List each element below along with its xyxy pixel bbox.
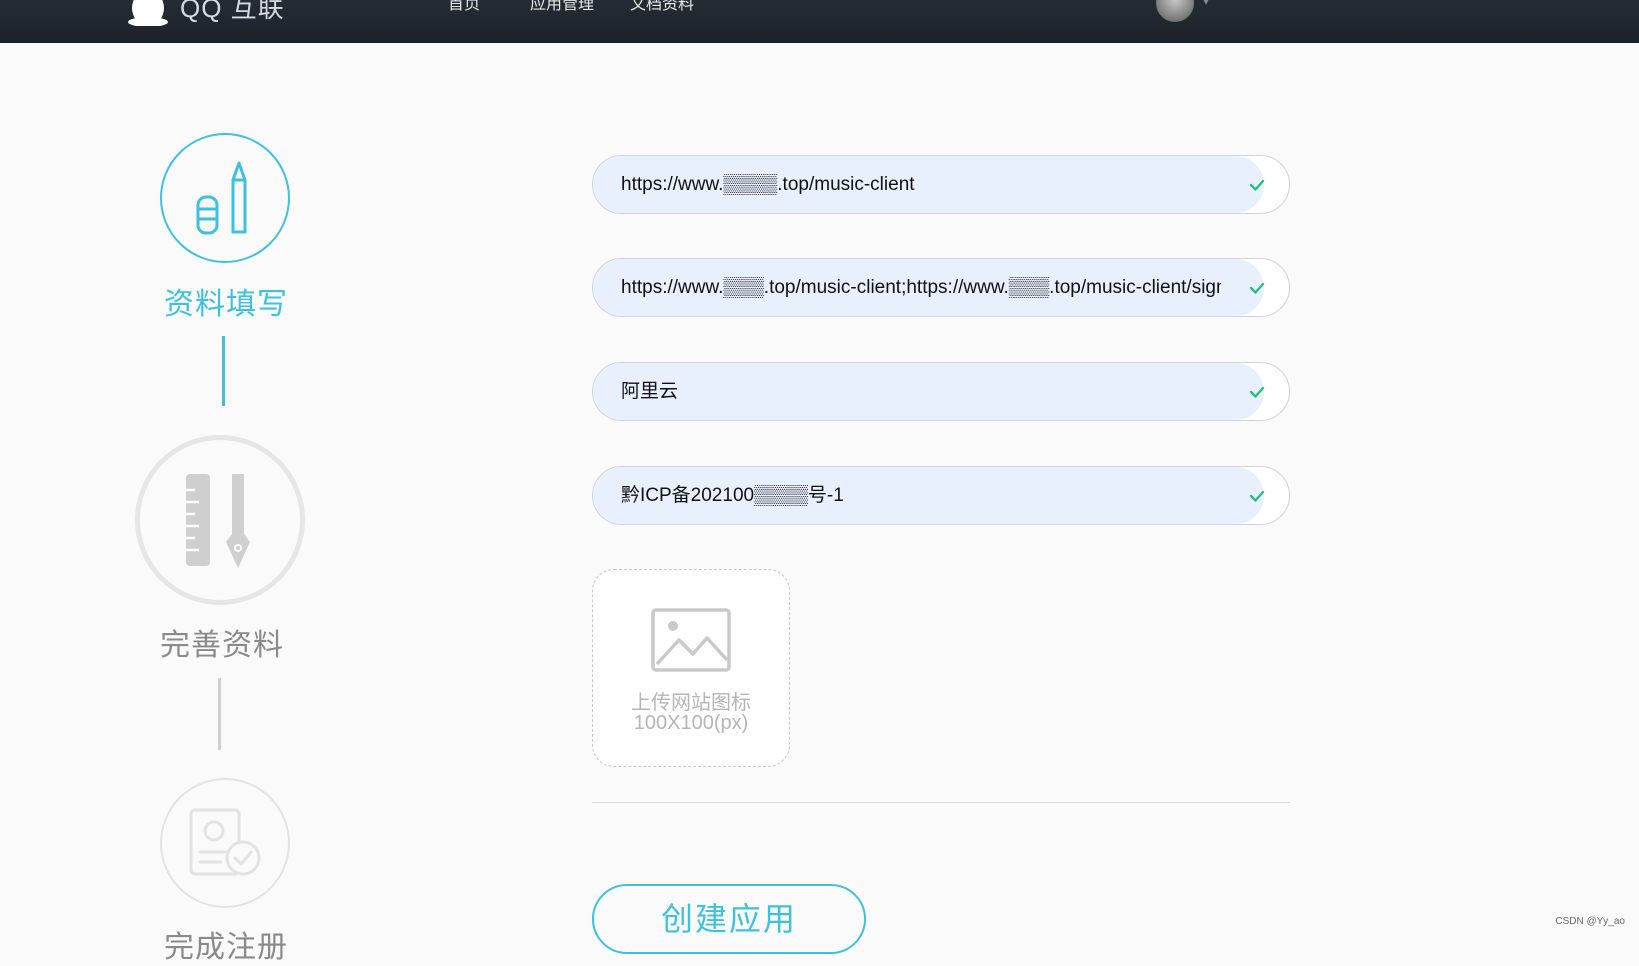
check-icon	[1249, 282, 1265, 294]
website-url-field[interactable]: https://www.▒▒▒▒.top/music-client	[592, 155, 1290, 214]
check-icon	[1249, 490, 1265, 502]
callback-url-field[interactable]: https://www.▒▒▒.top/music-client;https:/…	[592, 258, 1290, 317]
step-1-label: 资料填写	[164, 288, 288, 321]
step-3-label: 完成注册	[164, 931, 288, 964]
check-icon	[1249, 386, 1265, 398]
chevron-down-icon[interactable]: ▾	[1203, 0, 1209, 8]
logo-text: QQ 互联	[180, 0, 285, 23]
logo[interactable]: QQ 互联	[126, 0, 285, 26]
nav-app-management[interactable]: 应用管理	[530, 0, 594, 14]
upload-size-hint: 100X100(px)	[633, 712, 749, 734]
provider-input[interactable]: 阿里云	[621, 363, 1221, 420]
top-nav-bar: QQ 互联 首页 应用管理 文档资料 ▾	[0, 0, 1639, 43]
upload-site-icon-box[interactable]: 上传网站图标 100X100(px)	[592, 569, 790, 767]
website-url-input[interactable]: https://www.▒▒▒▒.top/music-client	[621, 156, 1221, 213]
step-2-icon-circle	[135, 435, 305, 605]
step-3-icon-circle	[160, 778, 290, 908]
ruler-and-pen-icon	[186, 474, 250, 568]
upload-hint-text: 上传网站图标	[631, 692, 751, 714]
penguin-logo-icon	[126, 0, 170, 26]
step-1-icon-circle	[160, 133, 290, 263]
provider-field[interactable]: 阿里云	[592, 362, 1290, 421]
icp-number-input[interactable]: 黔ICP备202100▒▒▒▒号-1	[621, 467, 1221, 524]
step-connector-1	[222, 336, 225, 406]
avatar[interactable]	[1156, 0, 1194, 22]
check-icon	[1249, 179, 1265, 191]
nav-home[interactable]: 首页	[448, 0, 480, 14]
watermark: CSDN @Yy_ao	[1555, 916, 1625, 927]
icp-number-field[interactable]: 黔ICP备202100▒▒▒▒号-1	[592, 466, 1290, 525]
callback-url-input[interactable]: https://www.▒▒▒.top/music-client;https:/…	[621, 259, 1221, 316]
nav-documentation[interactable]: 文档资料	[630, 0, 694, 14]
id-card-check-icon	[189, 808, 261, 876]
step-connector-2	[218, 678, 221, 750]
form-divider	[592, 802, 1290, 803]
step-2-label: 完善资料	[160, 629, 284, 662]
image-placeholder-icon	[651, 608, 731, 672]
create-app-button[interactable]: 创建应用	[592, 884, 866, 954]
pen-and-eraser-icon	[196, 161, 247, 235]
